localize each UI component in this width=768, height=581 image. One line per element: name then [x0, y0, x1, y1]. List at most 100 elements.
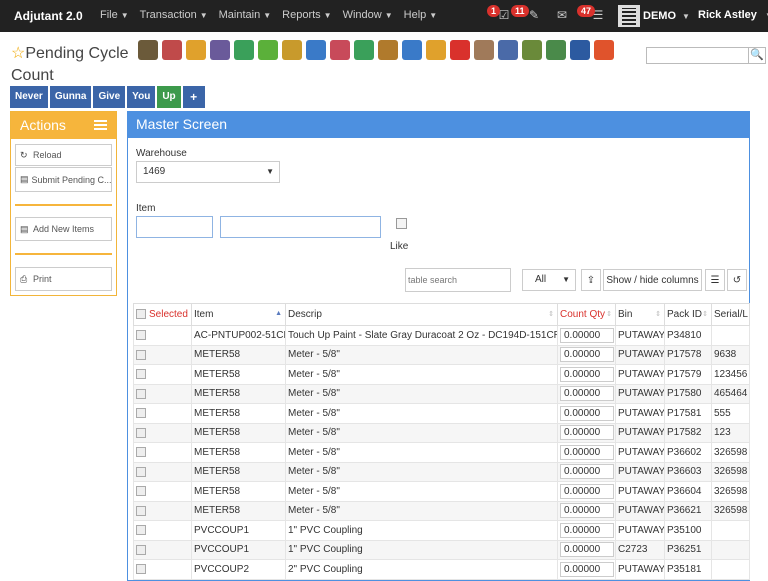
app-brand[interactable]: Adjutant 2.0 [14, 9, 83, 23]
count-qty-input[interactable]: 0.00000 [560, 366, 614, 382]
count-qty-input[interactable]: 0.00000 [560, 503, 614, 519]
row-checkbox[interactable] [136, 408, 146, 419]
header-bin[interactable]: Bin ⇕ [615, 303, 665, 326]
count-qty-input[interactable]: 0.00000 [560, 542, 614, 558]
download-icon[interactable] [378, 40, 398, 60]
item-input[interactable] [136, 216, 213, 238]
column-list-button[interactable]: ☰ [705, 269, 725, 291]
refresh-icon[interactable] [594, 40, 614, 60]
clock-icon[interactable] [234, 40, 254, 60]
report-icon[interactable] [474, 40, 494, 60]
row-checkbox[interactable] [136, 564, 146, 575]
show-hide-columns-button[interactable]: Show / hide columns [603, 269, 702, 291]
header-selected[interactable]: Selected [133, 303, 192, 326]
count-qty-input[interactable]: 0.00000 [560, 444, 614, 460]
row-checkbox[interactable] [136, 369, 146, 380]
table-row[interactable]: PVCCOUP1 1" PVC Coupling 0.00000 PUTAWAY P35… [133, 520, 750, 541]
like-checkbox[interactable] [396, 218, 407, 229]
count-qty-input[interactable]: 0.00000 [560, 405, 614, 421]
table-row[interactable]: METER58 Meter - 5/8" 0.00000 PUTAWAY P17579 1… [133, 364, 750, 385]
refresh-table-button[interactable]: ↺ [727, 269, 747, 291]
table-row[interactable]: PVCCOUP2 2" PVC Coupling 0.00000 PUTAWAY P35… [133, 559, 750, 580]
star-icon[interactable]: ☆ [11, 45, 25, 62]
calendar-icon[interactable] [210, 40, 230, 60]
select-all-checkbox[interactable] [136, 309, 146, 320]
row-checkbox[interactable] [136, 349, 146, 360]
print-button[interactable]: ⎙ Print [15, 267, 112, 291]
count-qty-input[interactable]: 0.00000 [560, 483, 614, 499]
menu-help[interactable]: Help ▼ [404, 9, 438, 21]
tab-up[interactable]: Up [157, 86, 181, 108]
count-qty-input[interactable]: 0.00000 [560, 464, 614, 480]
weather-icon[interactable] [186, 40, 206, 60]
table-row[interactable]: METER58 Meter - 5/8" 0.00000 PUTAWAY P36602 3… [133, 442, 750, 463]
row-checkbox[interactable] [136, 388, 146, 399]
header-item[interactable]: Item ▲ [191, 303, 286, 326]
table-row[interactable]: METER58 Meter - 5/8" 0.00000 PUTAWAY P36603 3… [133, 461, 750, 482]
magnifier-icon[interactable] [306, 40, 326, 60]
table-row[interactable]: PVCCOUP1 1" PVC Coupling 0.00000 C2723 P3625… [133, 539, 750, 560]
tab-gunna[interactable]: Gunna [49, 86, 92, 108]
item-description-input[interactable] [220, 216, 381, 238]
table-search-input[interactable]: table search [405, 268, 511, 292]
reload-button[interactable]: ↻ Reload [15, 144, 112, 166]
row-checkbox[interactable] [136, 525, 146, 536]
upload-icon[interactable] [402, 40, 422, 60]
pencil-icon[interactable] [498, 40, 518, 60]
count-qty-input[interactable]: 0.00000 [560, 522, 614, 538]
submit-pending-button[interactable]: ▤ Submit Pending C... [15, 167, 112, 192]
row-checkbox[interactable] [136, 486, 146, 497]
menu-transaction[interactable]: Transaction ▼ [140, 9, 208, 21]
hamburger-icon[interactable] [94, 120, 107, 130]
clipboard-icon[interactable] [426, 40, 446, 60]
count-qty-input[interactable]: 0.00000 [560, 347, 614, 363]
table-row[interactable]: METER58 Meter - 5/8" 0.00000 PUTAWAY P17582 1… [133, 422, 750, 443]
card-icon[interactable] [282, 40, 302, 60]
row-checkbox[interactable] [136, 447, 146, 458]
globe-icon[interactable] [570, 40, 590, 60]
company-selector[interactable]: DEMO ▼ [618, 4, 690, 28]
menu-window[interactable]: Window ▼ [343, 9, 393, 21]
header-serial[interactable]: Serial/L [711, 303, 750, 326]
export-button[interactable]: ⇪ [581, 269, 601, 291]
menu-reports[interactable]: Reports ▼ [282, 9, 331, 21]
header-descrip[interactable]: Descrip ⇕ [285, 303, 558, 326]
tab-never[interactable]: Never [10, 86, 48, 108]
menu-maintain[interactable]: Maintain ▼ [219, 9, 272, 21]
table-row[interactable]: AC-PNTUP002-51CR Touch Up Paint - Slate G… [133, 325, 750, 346]
table-row[interactable]: METER58 Meter - 5/8" 0.00000 PUTAWAY P17578 9… [133, 344, 750, 365]
header-count-qty[interactable]: Count Qty ⇕ [557, 303, 616, 326]
tab-you[interactable]: You [127, 86, 156, 108]
row-checkbox[interactable] [136, 427, 146, 438]
filter-select[interactable]: All ▼ [522, 269, 576, 291]
table-row[interactable]: METER58 Meter - 5/8" 0.00000 PUTAWAY P17581 5… [133, 403, 750, 424]
edit-icon[interactable]: ✎ [527, 9, 541, 21]
table-row[interactable]: METER58 Meter - 5/8" 0.00000 PUTAWAY P17580 4… [133, 383, 750, 404]
count-qty-input[interactable]: 0.00000 [560, 386, 614, 402]
table-row[interactable]: METER58 Meter - 5/8" 0.00000 PUTAWAY P36621 3… [133, 500, 750, 521]
label-icon[interactable] [522, 40, 542, 60]
row-checkbox[interactable] [136, 466, 146, 477]
header-pack-id[interactable]: Pack ID ⇕ [664, 303, 712, 326]
count-qty-input[interactable]: 0.00000 [560, 425, 614, 441]
row-checkbox[interactable] [136, 330, 146, 341]
row-checkbox[interactable] [136, 544, 146, 555]
search-icon[interactable]: 🔍 [749, 47, 766, 64]
count-qty-input[interactable]: 0.00000 [560, 561, 614, 577]
person-icon[interactable] [162, 40, 182, 60]
basket-icon[interactable] [354, 40, 374, 60]
checkmark-icon[interactable] [258, 40, 278, 60]
add-tab-button[interactable]: + [182, 86, 205, 108]
chat-icon[interactable] [450, 40, 470, 60]
row-checkbox[interactable] [136, 505, 146, 516]
user-menu[interactable]: Rick Astley ▼ [698, 9, 768, 21]
money-icon[interactable] [546, 40, 566, 60]
bank-icon[interactable] [138, 40, 158, 60]
menu-file[interactable]: File ▼ [100, 9, 129, 21]
tab-give[interactable]: Give [93, 86, 126, 108]
envelope-icon[interactable]: ✉ [555, 9, 569, 21]
add-new-items-button[interactable]: ▤ Add New Items [15, 217, 112, 241]
count-qty-input[interactable]: 0.00000 [560, 327, 614, 343]
global-search-input[interactable] [646, 47, 749, 64]
truck-icon[interactable] [330, 40, 350, 60]
